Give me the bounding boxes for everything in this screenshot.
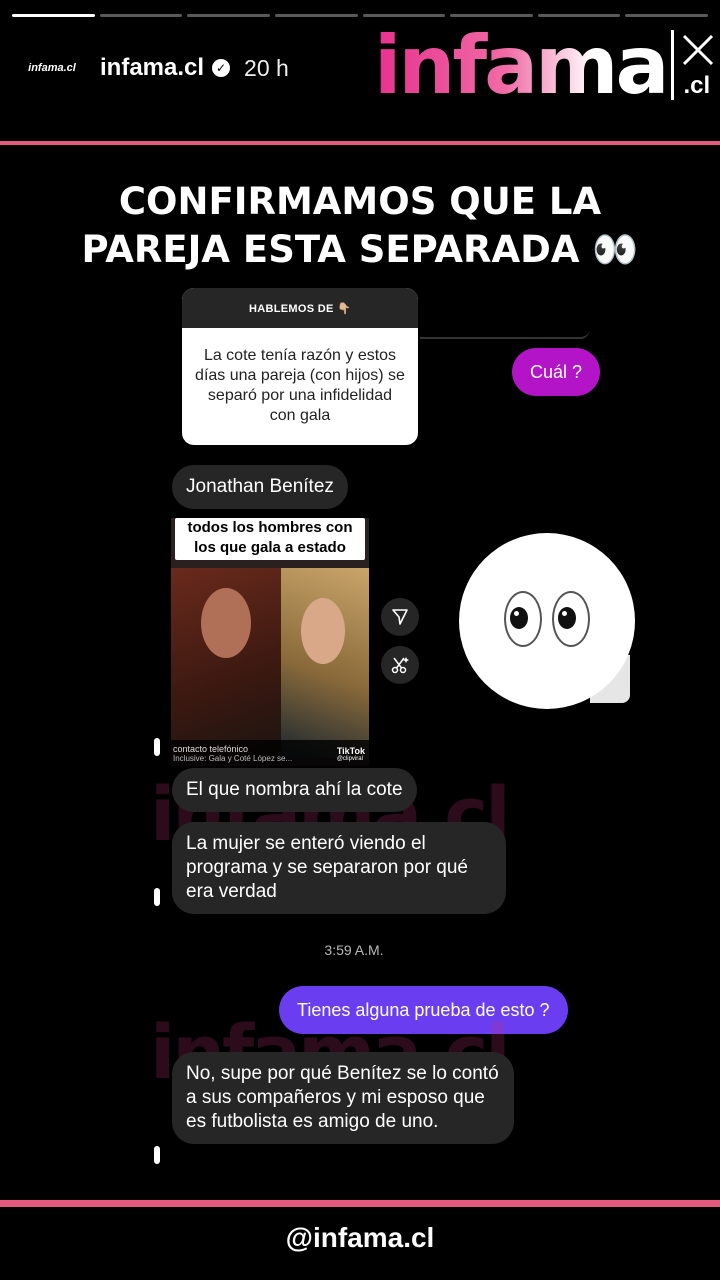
scissors-sparkle-icon: [391, 657, 409, 674]
message-text: El que nombra ahí la cote: [186, 779, 403, 800]
brand-divider: [670, 30, 674, 100]
brand-x-mark-icon: .cl: [680, 30, 720, 100]
sender-avatar: [154, 1146, 160, 1164]
message-text: Cuál ?: [530, 361, 583, 382]
message-in: No, supe por qué Benítez se lo contó a s…: [172, 1052, 514, 1144]
message-in: El que nombra ahí la cote: [172, 768, 417, 812]
accent-line-top: [0, 141, 720, 145]
share-button[interactable]: [381, 598, 419, 636]
progress-segment: [362, 14, 446, 17]
cropped-bubble-edge: [420, 325, 590, 339]
message-text: La mujer se enteró viendo el programa y …: [186, 833, 468, 902]
eye-left: [504, 590, 542, 647]
brand-logo-suffix: .cl: [683, 72, 711, 99]
accent-line-bottom: [0, 1200, 720, 1207]
verified-badge-icon: ✓: [212, 59, 231, 77]
headline-line-1: CONFIRMAMOS QUE LA: [118, 180, 602, 223]
post-time: 20 h: [244, 54, 289, 81]
shared-video[interactable]: todos los hombres con los que gala a est…: [171, 518, 369, 766]
video-face-left: [201, 588, 251, 658]
progress-segment: [274, 14, 358, 17]
footer-handle: @infama.cl: [285, 1222, 435, 1253]
tiktok-logo-text: TikTok: [336, 746, 365, 756]
sender-avatar: [154, 738, 160, 756]
progress-segment: [99, 14, 183, 17]
avatar[interactable]: infama.cl: [26, 46, 78, 90]
progress-segment: [450, 14, 533, 17]
send-icon: [392, 609, 408, 625]
story-progress-bar: [12, 14, 708, 17]
chat-timestamp: 3:59 A.M.: [324, 942, 384, 958]
message-in: Jonathan Benítez: [172, 465, 348, 509]
progress-segment: [187, 14, 270, 17]
headline: CONFIRMAMOS QUE LA PAREJA ESTA SEPARADA …: [20, 178, 700, 274]
sender-avatar: [154, 888, 160, 906]
progress-segment: [12, 14, 95, 17]
headline-line-2: PAREJA ESTA SEPARADA 👀: [81, 228, 639, 271]
question-sticker-body: La cote tenía razón y estos días una par…: [195, 347, 405, 424]
remix-button[interactable]: [381, 646, 419, 684]
question-sticker: HABLEMOS DE 👇🏼 La cote tenía razón y est…: [182, 288, 418, 445]
progress-segment: [537, 14, 621, 17]
avatar-logo: infama.cl: [28, 62, 76, 74]
progress-segment: [625, 14, 708, 17]
message-in: La mujer se enteró viendo el programa y …: [172, 822, 506, 914]
account-name[interactable]: infama.cl: [100, 54, 204, 82]
message-text: Jonathan Benítez: [186, 476, 334, 497]
video-face-right: [301, 598, 345, 664]
tiktok-handle: @clipviral: [336, 756, 363, 762]
message-text: No, supe por qué Benítez se lo contó a s…: [186, 1063, 499, 1132]
eye-right: [552, 590, 590, 647]
message-out: Cuál ?: [512, 348, 601, 396]
eyes-icon: [499, 590, 595, 652]
tiktok-watermark: TikTok @clipviral: [337, 746, 365, 762]
question-sticker-header: HABLEMOS DE 👇🏼: [182, 288, 418, 328]
brand-logo: infama .cl: [374, 26, 720, 106]
eyes-reaction-sticker: [459, 533, 635, 709]
brand-logo-text: infama: [374, 19, 670, 112]
video-caption: todos los hombres con los que gala a est…: [175, 518, 365, 560]
